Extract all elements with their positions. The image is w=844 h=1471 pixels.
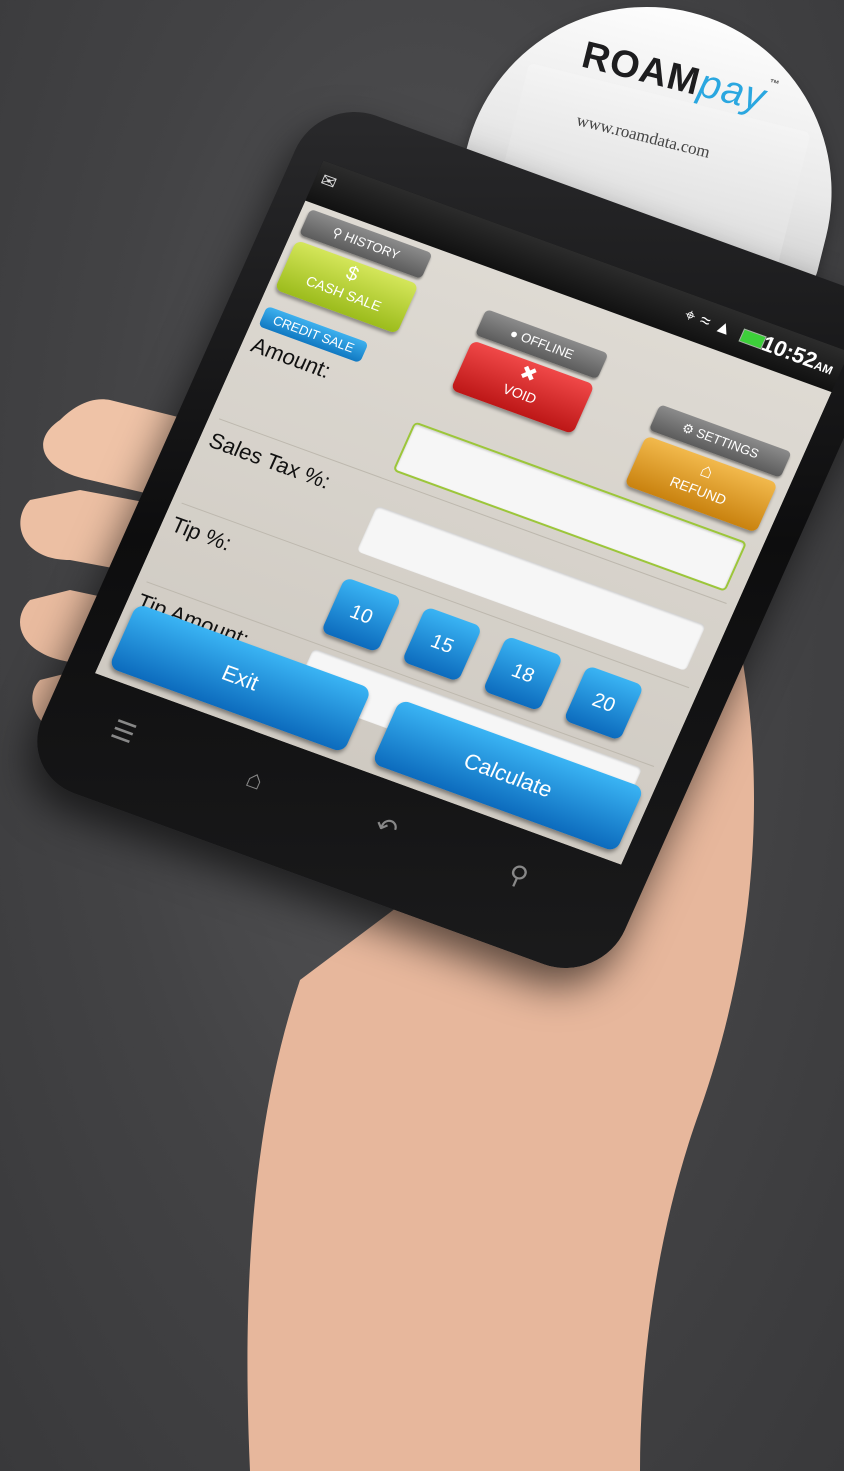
tip-option-20[interactable]: 20 <box>563 665 645 741</box>
clock-time: 10:52 <box>758 330 822 373</box>
clock-meridiem: AM <box>811 358 836 378</box>
tip-option-18[interactable]: 18 <box>482 635 564 712</box>
tip-option-10[interactable]: 10 <box>320 576 402 653</box>
notification-icon: ✉ <box>317 169 340 194</box>
history-label: HISTORY <box>342 229 403 263</box>
offline-label: OFFLINE <box>518 329 577 362</box>
tip-option-15[interactable]: 15 <box>401 606 483 682</box>
status-icons: ⌖≈▲ <box>681 304 743 342</box>
